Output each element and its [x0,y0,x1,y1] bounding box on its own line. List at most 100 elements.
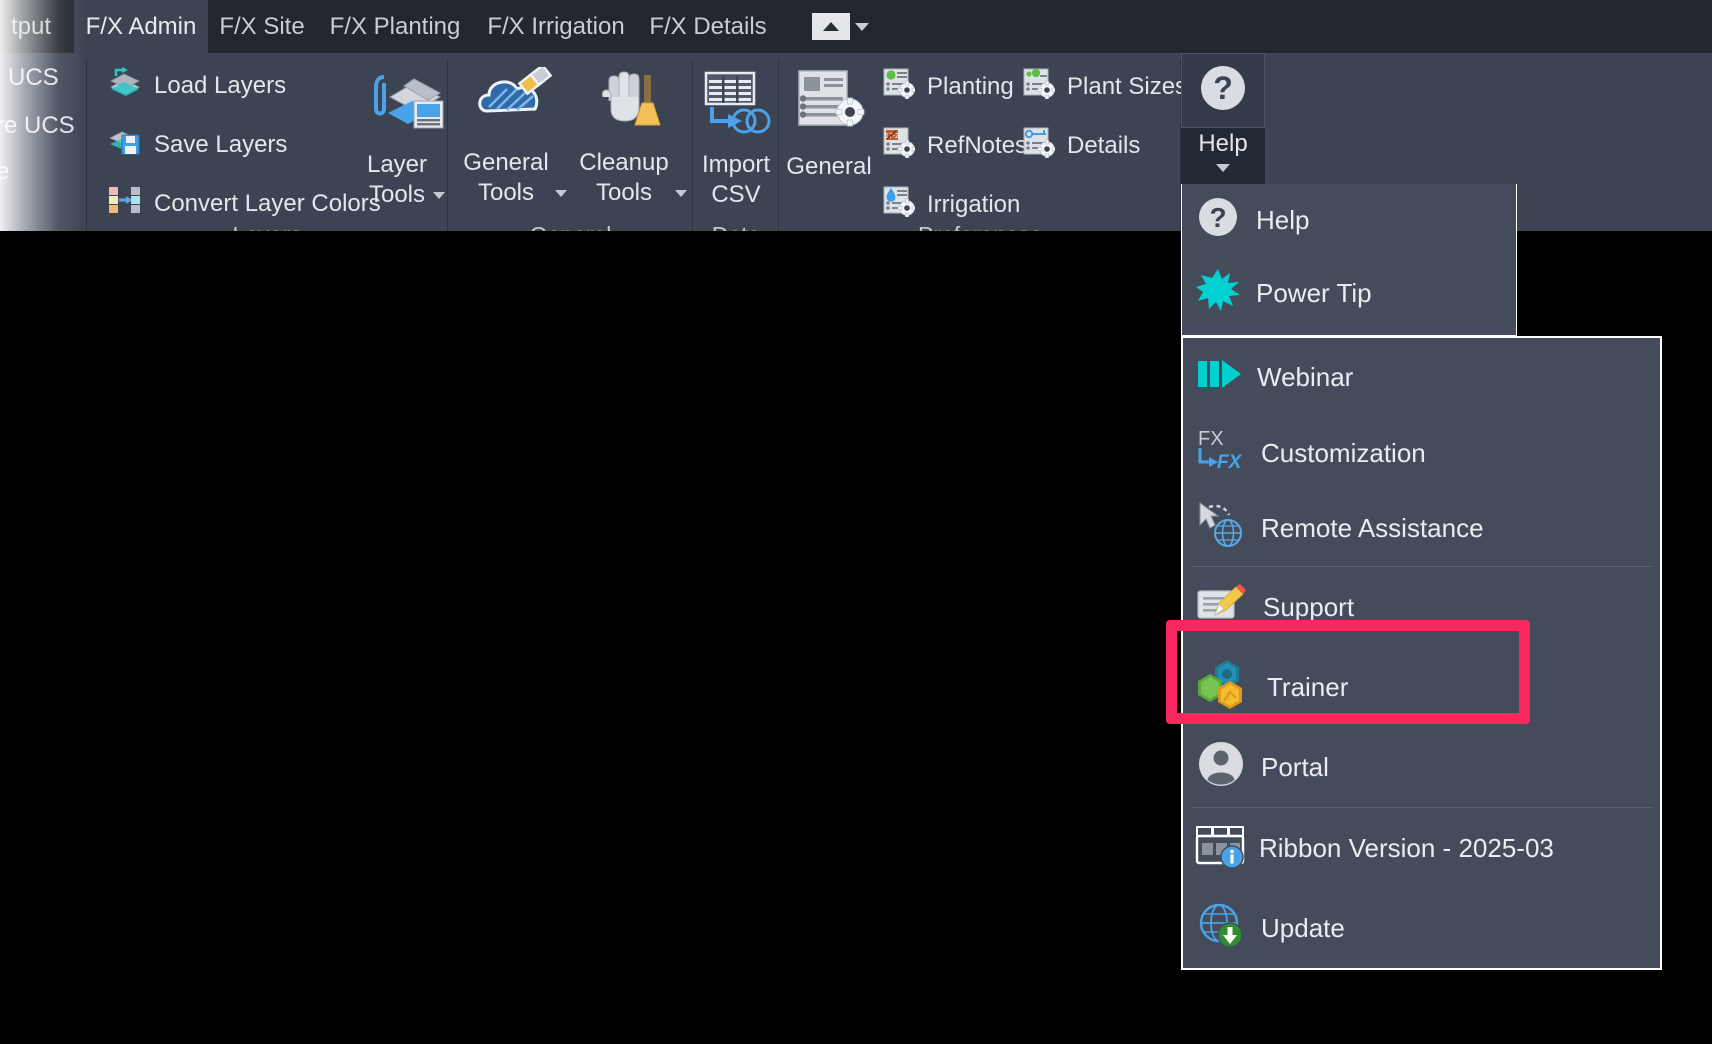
tab-label: F/X Admin [85,12,197,40]
refnotes-prefs-icon: 17-2 [883,126,917,165]
menu-item-label: Update [1261,912,1345,943]
load-layers-icon [108,67,142,104]
plant-sizes-prefs-label: Plant Sizes [1067,72,1188,100]
help-button-icon-area[interactable]: ? [1181,53,1265,128]
tab-fx-site[interactable]: F/X Site [208,0,316,53]
help-button-dropdown-area[interactable]: Help [1181,128,1265,184]
chevron-down-icon[interactable] [855,22,869,31]
import-csv-label-line1: Import [701,151,770,179]
tab-fx-admin[interactable]: F/X Admin [74,0,208,53]
chevron-down-icon[interactable] [674,189,687,197]
refnotes-preferences-button[interactable]: 17-2 RefNotes [879,124,1031,167]
help-dropdown-menu: Webinar FX FX Customization Remote Assis… [1181,336,1662,970]
tab-label: F/X Planting [329,12,461,40]
help-question-icon: ? [1197,62,1249,119]
ribbon-minimize-control[interactable] [812,13,869,40]
menu-item-ribbon-version[interactable]: Ribbon Version - 2025-03 [1183,808,1660,888]
left-stub-1: re UCS [0,112,75,139]
layer-tools-icon [368,67,444,146]
convert-layer-colors-icon [108,185,142,222]
tab-label: tput [10,12,52,40]
panel-data: Import CSV Data [693,53,779,255]
refnotes-prefs-label: RefNotes [927,131,1028,159]
planting-prefs-label: Planting [927,72,1014,100]
svg-text:?: ? [1213,70,1233,106]
support-pencil-form-icon [1197,581,1247,634]
portal-person-icon [1197,740,1245,795]
menu-item-label: Ribbon Version - 2025-03 [1259,832,1554,863]
menu-item-help[interactable]: ? Help [1182,184,1516,257]
chevron-down-icon[interactable] [1216,164,1230,172]
help-split-button[interactable]: ? Help [1181,53,1265,184]
import-csv-icon [700,67,772,144]
help-menu-top-section: ? Help Power Tip [1181,184,1517,336]
trainer-hexagons-icon [1197,659,1251,716]
remote-assistance-cursor-globe-icon [1197,501,1245,556]
menu-item-portal[interactable]: Portal [1183,727,1660,807]
general-preferences-button[interactable]: General [783,67,875,182]
left-stub-2: e [0,158,10,185]
svg-text:?: ? [1209,202,1226,233]
help-question-icon: ? [1196,195,1240,246]
general-tools-icon [475,63,555,144]
ribbon-version-info-icon [1195,822,1249,875]
svg-text:FX: FX [1198,428,1224,450]
chevron-down-icon[interactable] [554,189,567,197]
update-globe-download-icon [1197,901,1245,956]
menu-item-customization[interactable]: FX FX Customization [1183,416,1660,491]
help-button-label: Help [1198,130,1248,157]
menu-item-label: Help [1256,205,1310,235]
menu-item-label: Webinar [1257,361,1354,392]
load-layers-button[interactable]: Load Layers [104,65,290,106]
svg-text:FX: FX [1217,452,1243,473]
menu-item-update[interactable]: Update [1183,888,1660,968]
save-layers-button[interactable]: Save Layers [104,124,291,165]
cleanup-tools-button[interactable]: Cleanup Tools [578,67,688,207]
details-prefs-icon [1023,126,1057,165]
tab-fx-planting[interactable]: F/X Planting [316,0,474,53]
layer-tools-button[interactable]: Layer Tools [356,67,456,209]
menu-item-support[interactable]: Support [1183,567,1660,647]
import-csv-label-line2: CSV [711,180,761,208]
menu-item-remote-assistance[interactable]: Remote Assistance [1183,491,1660,566]
general-tools-button[interactable]: General Tools [460,63,570,207]
irrigation-prefs-icon [883,185,917,224]
planting-preferences-button[interactable]: Planting [879,65,1018,108]
details-prefs-label: Details [1067,131,1141,159]
triangle-up-icon[interactable] [812,13,850,40]
general-tools-label-line2: Tools [477,178,534,206]
cleanup-tools-label-line1: Cleanup [579,149,669,177]
power-tip-starburst-icon [1196,268,1240,319]
tab-fx-details[interactable]: F/X Details [638,0,778,53]
ribbon-tab-strip: tput F/X Admin F/X Site F/X Planting F/X… [0,0,1712,53]
details-preferences-button[interactable]: Details [1019,124,1144,167]
tab-fx-irrigation[interactable]: F/X Irrigation [474,0,638,53]
tab-label: F/X Details [649,12,767,40]
convert-layer-colors-button[interactable]: Convert Layer Colors [104,183,385,224]
tab-label: F/X Site [219,12,305,40]
convert-layer-colors-label: Convert Layer Colors [154,189,381,217]
chevron-down-icon[interactable] [433,191,446,199]
menu-item-label: Trainer [1267,671,1349,702]
menu-item-webinar[interactable]: Webinar [1183,338,1660,416]
layer-tools-label-line1: Layer [366,151,428,179]
general-prefs-icon [793,67,865,144]
cleanup-tools-label-line2: Tools [595,178,653,206]
plant-sizes-preferences-button[interactable]: Plant Sizes [1019,65,1191,108]
application-window: tput F/X Admin F/X Site F/X Planting F/X… [0,0,1712,1044]
import-csv-button[interactable]: Import CSV [693,67,779,209]
menu-item-label: Customization [1261,438,1426,468]
irrigation-preferences-button[interactable]: Irrigation [879,183,1024,226]
planting-prefs-icon [883,67,917,106]
cleanup-tools-icon [593,67,673,144]
menu-item-label: Power Tip [1256,278,1372,308]
menu-item-trainer[interactable]: Trainer [1183,647,1660,727]
irrigation-prefs-label: Irrigation [927,190,1021,218]
tab-output[interactable]: tput [0,0,74,53]
menu-item-power-tip[interactable]: Power Tip [1182,257,1516,330]
tab-label: F/X Irrigation [487,12,625,40]
load-layers-label: Load Layers [154,71,287,99]
general-tools-label-line1: General [463,149,549,177]
layer-tools-label-line2: Tools [368,180,425,208]
panel-layers: Load Layers Save Layers Convert Layer Co… [86,53,448,255]
